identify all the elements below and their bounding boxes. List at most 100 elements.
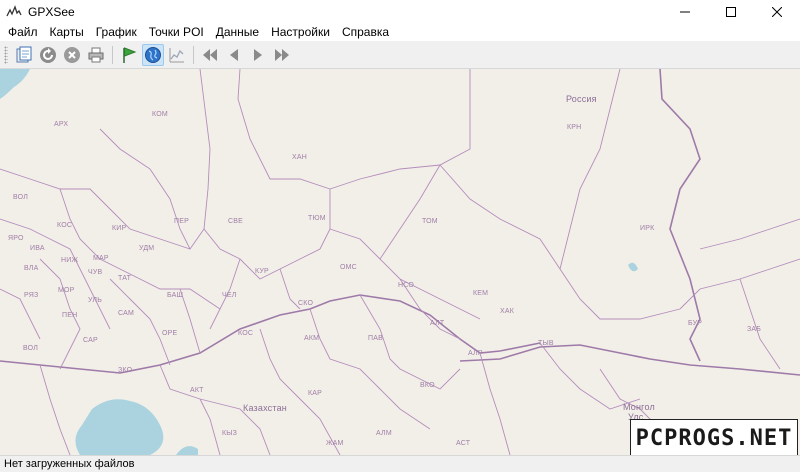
label-yar: ЯРО [8, 235, 24, 242]
label-akt: АКТ [190, 387, 204, 394]
label-bash: БАШ [167, 292, 184, 299]
map-canvas [0, 69, 800, 455]
label-alr: АЛР [468, 350, 483, 357]
next-file-icon [254, 48, 262, 61]
label-vol: ВОЛ [13, 194, 28, 201]
first-file-button[interactable] [199, 44, 221, 66]
label-vla: ВЛА [24, 265, 39, 272]
graph-button[interactable] [166, 44, 188, 66]
label-krn: КРН [567, 124, 582, 131]
border-north-east [659, 69, 701, 362]
label-irk: ИРК [640, 225, 655, 232]
baikal-lake [628, 262, 638, 272]
window-controls [662, 0, 800, 23]
menu-data[interactable]: Данные [210, 23, 265, 41]
previous-file-button[interactable] [223, 44, 245, 66]
label-zab: ЗАБ [747, 326, 762, 333]
menu-maps[interactable]: Карты [44, 23, 90, 41]
open-file-button[interactable] [13, 44, 35, 66]
close-icon [772, 6, 782, 17]
toolbar [0, 41, 800, 69]
map-button[interactable] [142, 43, 164, 66]
label-vol2: ВОЛ [23, 345, 38, 352]
label-kir: КИР [112, 225, 127, 232]
close-button[interactable] [754, 0, 800, 23]
menu-bar: Файл Карты График Точки POI Данные Настр… [0, 23, 800, 41]
label-per: ПЕР [174, 218, 189, 225]
map-globe-icon [145, 46, 161, 63]
title-bar: GPXSee [0, 0, 800, 23]
next-file-button[interactable] [247, 44, 269, 66]
label-han: ХАН [292, 154, 307, 161]
menu-poi[interactable]: Точки POI [143, 23, 210, 41]
label-pen: ПЕН [62, 312, 78, 319]
label-tyv: ТЫВ [538, 340, 554, 347]
label-alt: АЛТ [430, 320, 445, 327]
watermark-logo: PCPROGS.NET [630, 419, 798, 455]
arctic-water [0, 69, 30, 99]
label-ast: АСТ [456, 440, 471, 447]
minimize-icon [680, 11, 690, 12]
caspian-sea [75, 399, 164, 455]
reload-icon [40, 46, 56, 63]
label-kur: КУР [255, 268, 269, 275]
label-nso: НСО [398, 282, 415, 289]
first-file-icon [203, 48, 217, 61]
label-chu: ЧУВ [88, 269, 103, 276]
label-pav: ПАВ [368, 335, 383, 342]
label-ore: ОРЕ [162, 330, 178, 337]
label-mongolia: Монгол [623, 402, 655, 412]
print-button[interactable] [85, 44, 107, 66]
label-iva: ИВА [30, 245, 45, 252]
maximize-button[interactable] [708, 0, 754, 23]
toolbar-grip[interactable] [4, 45, 8, 64]
maximize-icon [726, 6, 736, 17]
label-akm: АКМ [304, 335, 320, 342]
label-kos: КОС [57, 222, 73, 229]
label-hak: ХАК [500, 308, 515, 315]
label-mar: МАР [93, 255, 109, 262]
poi-button[interactable] [118, 44, 140, 66]
label-oms: ОМС [340, 264, 357, 271]
label-bur: БУР [688, 320, 703, 327]
menu-help[interactable]: Справка [336, 23, 395, 41]
label-vko: ВКО [420, 382, 435, 389]
open-file-icon [16, 46, 32, 62]
label-arh: АРХ [54, 121, 69, 128]
label-zham: ЖАМ [326, 440, 344, 447]
label-tat: ТАТ [118, 275, 132, 282]
label-kyz: КЫЗ [222, 430, 238, 437]
label-tom: ТОМ [422, 218, 438, 225]
menu-file[interactable]: Файл [2, 23, 44, 41]
graph-icon [169, 47, 184, 62]
label-sar: САР [83, 337, 98, 344]
map-view[interactable]: Россия КРН КОМ АРХ ХАН ВОЛ КИР ПЕР СВЕ Т… [0, 69, 800, 455]
toolbar-separator [193, 45, 194, 64]
previous-file-icon [230, 48, 238, 61]
menu-settings[interactable]: Настройки [265, 23, 336, 41]
label-mor: МОР [58, 287, 75, 294]
label-niz: НИЖ [61, 257, 79, 264]
label-alm: АЛМ [376, 430, 392, 437]
label-kom: КОМ [152, 111, 168, 118]
label-sve: СВЕ [228, 218, 243, 225]
aral-sea [176, 446, 198, 455]
last-file-icon [275, 48, 289, 61]
poi-flag-icon [123, 46, 137, 63]
close-file-button[interactable] [61, 44, 83, 66]
minimize-button[interactable] [662, 0, 708, 23]
window-title: GPXSee [28, 4, 75, 19]
label-chel: ЧЕЛ [222, 292, 237, 299]
last-file-button[interactable] [271, 44, 293, 66]
label-tyum: ТЮМ [308, 215, 326, 222]
label-kazakhstan: Казахстан [243, 403, 287, 413]
label-kar: КАР [308, 390, 323, 397]
label-uly: УЛЬ [88, 297, 103, 304]
menu-graph[interactable]: График [90, 23, 143, 41]
border-russia-kazakhstan [0, 294, 541, 374]
label-kos2: КОС [238, 330, 254, 337]
label-kem: КЕМ [473, 290, 489, 297]
reload-button[interactable] [37, 44, 59, 66]
label-russia: Россия [566, 94, 597, 104]
toolbar-separator [112, 45, 113, 64]
